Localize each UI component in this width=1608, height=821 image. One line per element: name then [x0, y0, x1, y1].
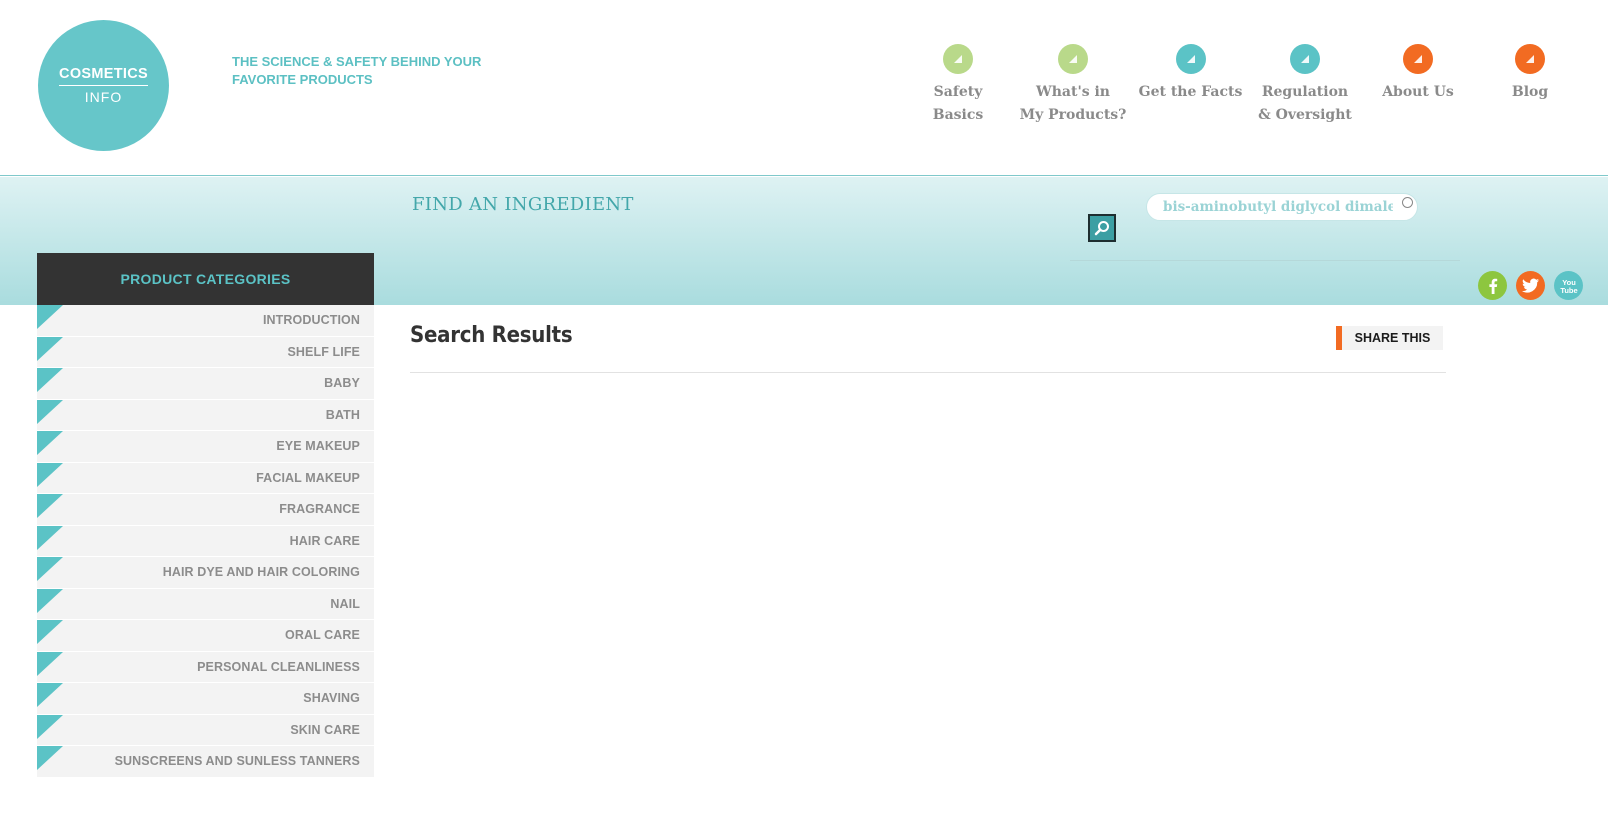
- sidebar-item-hair-dye[interactable]: HAIR DYE AND HAIR COLORING: [37, 557, 374, 589]
- corner-triangle-icon: [37, 399, 63, 424]
- sidebar-item-label: EYE MAKEUP: [276, 439, 360, 454]
- corner-triangle-icon: [37, 431, 63, 455]
- sidebar-item-label: BATH: [325, 407, 360, 422]
- band-divider: [1070, 260, 1460, 261]
- main-nav: Safety Basics What's in My Products? Get…: [0, 44, 1608, 134]
- sidebar-item-nail[interactable]: NAIL: [37, 588, 374, 620]
- nav-item-whats-in-my-products[interactable]: What's in My Products?: [1018, 44, 1128, 127]
- title-divider: [410, 372, 1446, 373]
- facebook-glyph-icon: [1488, 278, 1497, 294]
- search-input[interactable]: [1147, 194, 1417, 220]
- category-list: INTRODUCTION SHELF LIFE BABY BATH EYE MA…: [37, 305, 374, 778]
- sidebar-item-hair-care[interactable]: HAIR CARE: [37, 525, 374, 557]
- sidebar-item-shelf-life[interactable]: SHELF LIFE: [37, 336, 374, 368]
- sidebar-title: PRODUCT CATEGORIES: [37, 253, 374, 305]
- nav-item-about-us[interactable]: About Us: [1376, 44, 1460, 104]
- sidebar-item-label: FACIAL MAKEUP: [256, 470, 360, 485]
- nav-item-safety-basics[interactable]: Safety Basics: [908, 44, 1008, 127]
- twitter-icon[interactable]: [1516, 271, 1545, 300]
- nav-item-get-the-facts[interactable]: Get the Facts: [1138, 44, 1243, 104]
- nav-label: Blog: [1511, 84, 1549, 100]
- sidebar-item-facial-makeup[interactable]: FACIAL MAKEUP: [37, 462, 374, 494]
- sidebar-item-label: ORAL CARE: [285, 628, 360, 643]
- sidebar-item-sunscreens[interactable]: SUNSCREENS AND SUNLESS TANNERS: [37, 746, 374, 778]
- sidebar-item-label: SHELF LIFE: [287, 344, 360, 359]
- corner-triangle-icon: [37, 620, 63, 644]
- magnifier-icon: [1094, 221, 1109, 236]
- corner-triangle-icon: [37, 462, 63, 487]
- sidebar-item-label: FRAGRANCE: [279, 502, 360, 517]
- sidebar-item-shaving[interactable]: SHAVING: [37, 683, 374, 715]
- twitter-bird-icon: [1521, 278, 1539, 293]
- corner-triangle-icon: [37, 683, 63, 707]
- facebook-icon[interactable]: [1478, 271, 1507, 300]
- nav-dot-icon: [1290, 44, 1320, 74]
- nav-dot-icon: [1175, 44, 1206, 74]
- input-loading-icon: [1402, 197, 1413, 208]
- nav-dot-icon: [1403, 44, 1433, 74]
- sidebar-item-bath[interactable]: BATH: [37, 399, 374, 431]
- corner-triangle-icon: [37, 336, 63, 361]
- sidebar-item-oral-care[interactable]: ORAL CARE: [37, 620, 374, 652]
- sidebar-item-label: SKIN CARE: [290, 722, 360, 737]
- nav-dot-icon: [1515, 44, 1545, 74]
- corner-triangle-icon: [37, 368, 63, 392]
- sidebar-item-label: HAIR DYE AND HAIR COLORING: [162, 565, 360, 580]
- sidebar-item-label: BABY: [324, 376, 360, 391]
- nav-dot-icon: [1058, 44, 1088, 74]
- sidebar-item-label: SUNSCREENS AND SUNLESS TANNERS: [114, 754, 360, 769]
- youtube-icon[interactable]: You Tube: [1554, 271, 1583, 300]
- corner-triangle-icon: [37, 494, 63, 518]
- search-input-wrapper: [1146, 193, 1418, 221]
- corner-triangle-icon: [37, 588, 63, 613]
- corner-triangle-icon: [37, 305, 63, 329]
- sidebar-item-label: NAIL: [330, 596, 360, 611]
- share-button[interactable]: SHARE THIS: [1336, 326, 1443, 350]
- sidebar-item-personal-cleanliness[interactable]: PERSONAL CLEANLINESS: [37, 651, 374, 683]
- sidebar-item-label: PERSONAL CLEANLINESS: [197, 659, 360, 674]
- corner-triangle-icon: [37, 651, 63, 676]
- nav-label: Get the Facts: [1138, 84, 1243, 100]
- corner-triangle-icon: [37, 714, 63, 739]
- corner-triangle-icon: [37, 525, 63, 550]
- nav-label: Regulation & Oversight: [1258, 84, 1352, 123]
- sidebar-item-label: INTRODUCTION: [262, 313, 360, 328]
- find-ingredient-title: FIND AN INGREDIENT: [412, 194, 634, 215]
- corner-triangle-icon: [37, 746, 63, 770]
- page: COSMETICS INFO THE SCIENCE & SAFETY BEHI…: [0, 0, 1608, 821]
- sidebar-item-baby[interactable]: BABY: [37, 368, 374, 400]
- nav-item-blog[interactable]: Blog: [1500, 44, 1560, 104]
- sidebar-item-skin-care[interactable]: SKIN CARE: [37, 714, 374, 746]
- corner-triangle-icon: [37, 557, 63, 581]
- nav-label: About Us: [1382, 84, 1454, 100]
- sidebar-item-eye-makeup[interactable]: EYE MAKEUP: [37, 431, 374, 463]
- youtube-logo-icon: You Tube: [1560, 278, 1577, 295]
- nav-dot-icon: [943, 44, 973, 74]
- svg-text:Tube: Tube: [1560, 286, 1577, 295]
- sidebar-item-label: SHAVING: [303, 691, 360, 706]
- nav-label: Safety Basics: [932, 84, 984, 123]
- sidebar-item-label: HAIR CARE: [289, 533, 360, 548]
- product-categories-sidebar: PRODUCT CATEGORIES INTRODUCTION SHELF LI…: [37, 253, 374, 778]
- nav-item-regulation-oversight[interactable]: Regulation & Oversight: [1253, 44, 1357, 127]
- nav-label: What's in My Products?: [1019, 84, 1127, 123]
- search-button[interactable]: [1088, 214, 1116, 242]
- page-title: Search Results: [410, 323, 573, 348]
- sidebar-item-introduction[interactable]: INTRODUCTION: [37, 305, 374, 337]
- sidebar-item-fragrance[interactable]: FRAGRANCE: [37, 494, 374, 526]
- site-header: COSMETICS INFO THE SCIENCE & SAFETY BEHI…: [0, 0, 1608, 176]
